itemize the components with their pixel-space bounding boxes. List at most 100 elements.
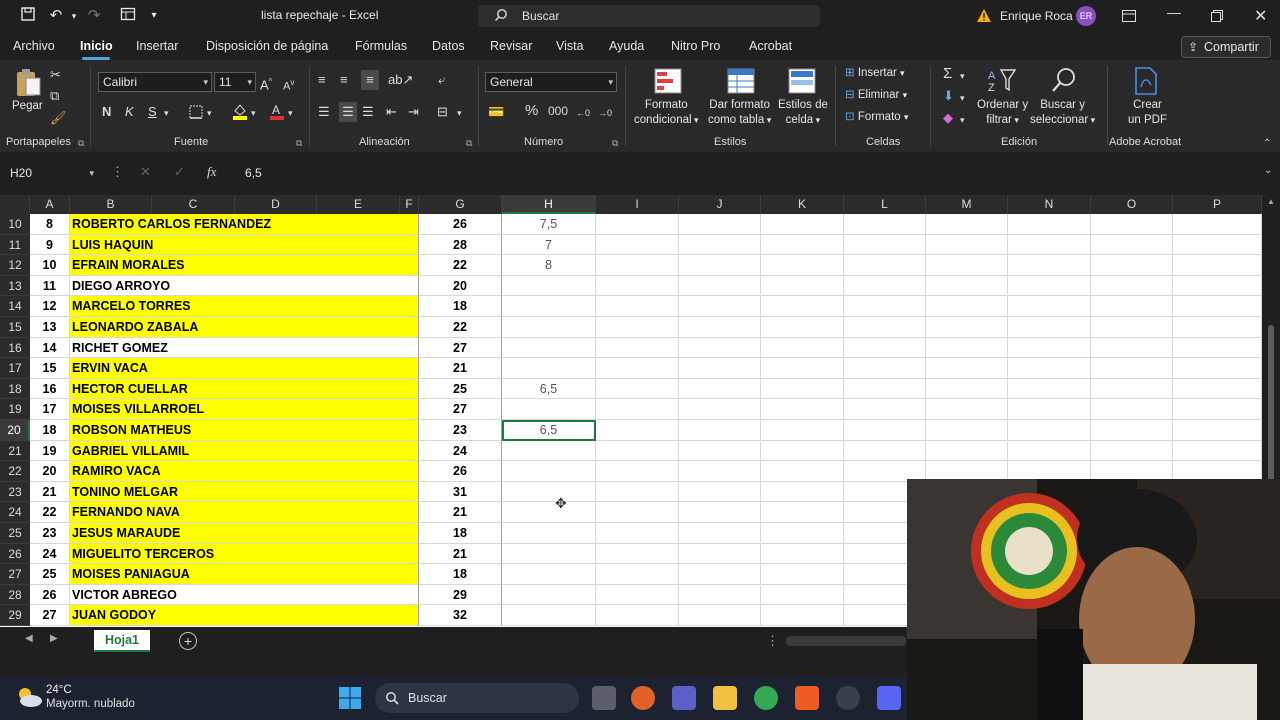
cell-number[interactable]: 13 <box>30 317 70 338</box>
cell-empty[interactable] <box>596 399 679 420</box>
cell-empty[interactable] <box>844 337 926 359</box>
cell-empty[interactable] <box>844 420 926 441</box>
cell-empty[interactable] <box>679 481 761 503</box>
cell-empty[interactable] <box>844 214 926 235</box>
cell-empty[interactable] <box>1173 378 1262 400</box>
cell-number[interactable]: 14 <box>30 337 70 359</box>
minimize-icon[interactable]: — <box>1167 4 1181 20</box>
cell-empty[interactable] <box>596 564 679 585</box>
tab-revisar[interactable]: Revisar <box>490 39 532 53</box>
cell-empty[interactable] <box>761 275 844 297</box>
cell-empty[interactable] <box>926 358 1008 379</box>
cell-empty[interactable] <box>596 214 679 235</box>
cell-empty[interactable] <box>1008 399 1091 420</box>
row-header[interactable]: 11 <box>0 234 30 256</box>
increase-font-icon[interactable]: A^ <box>260 74 272 93</box>
font-size-select[interactable]: 11 ▾ <box>214 72 256 92</box>
cell-empty[interactable] <box>679 296 761 317</box>
cell-empty[interactable] <box>1091 440 1173 462</box>
cell-g-value[interactable]: 21 <box>419 543 502 565</box>
cell-empty[interactable] <box>1008 296 1091 317</box>
cell-empty[interactable] <box>844 399 926 420</box>
avatar[interactable]: ER <box>1076 6 1096 26</box>
align-center-icon[interactable]: ☰ <box>339 102 357 122</box>
cell-h-grade[interactable] <box>502 337 596 359</box>
tab-formulas[interactable]: Fórmulas <box>355 39 407 53</box>
orientation-icon[interactable]: ab↗ <box>388 72 413 88</box>
cell-g-value[interactable]: 23 <box>419 420 502 441</box>
row-header[interactable]: 18 <box>0 378 30 400</box>
sheet-tab-hoja1[interactable]: Hoja1 <box>94 630 150 652</box>
cell-g-value[interactable]: 21 <box>419 502 502 523</box>
cell-number[interactable]: 24 <box>30 543 70 565</box>
cell-empty[interactable] <box>761 605 844 626</box>
row-header[interactable]: 29 <box>0 605 30 626</box>
cell-h-grade[interactable] <box>502 543 596 565</box>
tab-archivo[interactable]: Archivo <box>13 39 55 53</box>
cell-h-grade[interactable] <box>502 481 596 503</box>
align-right-icon[interactable]: ☰ <box>362 104 374 120</box>
cell-empty[interactable] <box>1173 420 1262 441</box>
cell-g-value[interactable]: 28 <box>419 234 502 256</box>
select-all-corner[interactable] <box>0 195 30 214</box>
cell-empty[interactable] <box>1173 440 1262 462</box>
cell-name[interactable]: TONINO MELGAR <box>70 481 419 503</box>
align-left-icon[interactable]: ☰ <box>318 104 330 120</box>
weather-temperature[interactable]: 24°C <box>46 684 72 696</box>
row-header[interactable]: 22 <box>0 461 30 482</box>
cell-h-grade[interactable] <box>502 317 596 338</box>
cell-empty[interactable] <box>926 214 1008 235</box>
cell-empty[interactable] <box>1173 214 1262 235</box>
bold-button[interactable]: N <box>102 104 111 120</box>
cell-empty[interactable] <box>844 378 926 400</box>
cell-empty[interactable] <box>761 337 844 359</box>
warning-icon[interactable] <box>976 8 992 28</box>
cell-empty[interactable] <box>1173 275 1262 297</box>
tab-insertar[interactable]: Insertar <box>136 39 178 53</box>
cancel-entry-icon[interactable]: ✕ <box>140 164 151 180</box>
row-header[interactable]: 23 <box>0 481 30 503</box>
increase-decimal-icon[interactable]: ←0 <box>576 105 590 121</box>
cell-empty[interactable] <box>1173 296 1262 317</box>
column-header[interactable]: L <box>844 195 926 214</box>
more-options-icon[interactable]: ⋮ <box>766 633 779 649</box>
cell-empty[interactable] <box>926 337 1008 359</box>
cell-h-grade[interactable] <box>502 296 596 317</box>
add-sheet-icon[interactable]: + <box>179 632 197 650</box>
cell-empty[interactable] <box>1091 296 1173 317</box>
file-explorer-icon[interactable] <box>713 686 737 710</box>
chevron-down-icon[interactable]: ▾ <box>288 105 293 121</box>
decrease-decimal-icon[interactable]: →0 <box>598 105 612 121</box>
column-header[interactable]: E <box>317 195 400 214</box>
undo-dropdown-icon[interactable]: ▾ <box>64 6 84 26</box>
cell-empty[interactable] <box>679 502 761 523</box>
cell-g-value[interactable]: 20 <box>419 275 502 297</box>
redo-icon[interactable]: ↷ <box>84 6 104 26</box>
cell-empty[interactable] <box>596 234 679 256</box>
column-header[interactable]: K <box>761 195 844 214</box>
user-name[interactable]: Enrique Roca <box>1000 9 1073 23</box>
column-header[interactable]: D <box>235 195 317 214</box>
row-header[interactable]: 25 <box>0 523 30 544</box>
cell-h-grade[interactable] <box>502 358 596 379</box>
cell-empty[interactable] <box>844 440 926 462</box>
cell-name[interactable]: DIEGO ARROYO <box>70 275 419 297</box>
cell-empty[interactable] <box>596 440 679 462</box>
cell-empty[interactable] <box>1091 255 1173 276</box>
cell-empty[interactable] <box>844 255 926 276</box>
row-header[interactable]: 10 <box>0 214 30 235</box>
create-pdf-icon[interactable] <box>1133 67 1159 100</box>
cell-empty[interactable] <box>761 564 844 585</box>
clear-icon[interactable]: ◆ <box>943 110 953 126</box>
find-select-icon[interactable] <box>1050 66 1078 99</box>
cell-empty[interactable] <box>761 378 844 400</box>
cell-number[interactable]: 16 <box>30 378 70 400</box>
cell-empty[interactable] <box>761 440 844 462</box>
conditional-format-button[interactable]: Formato condicional ▾ <box>634 98 699 128</box>
tab-nitro-pro[interactable]: Nitro Pro <box>671 39 720 53</box>
font-dialog-launcher-icon[interactable]: ⧉ <box>296 138 302 149</box>
cell-empty[interactable] <box>679 214 761 235</box>
brave-icon[interactable] <box>795 686 819 710</box>
cell-name[interactable]: MOISES PANIAGUA <box>70 564 419 585</box>
tab-acrobat[interactable]: Acrobat <box>749 39 792 53</box>
